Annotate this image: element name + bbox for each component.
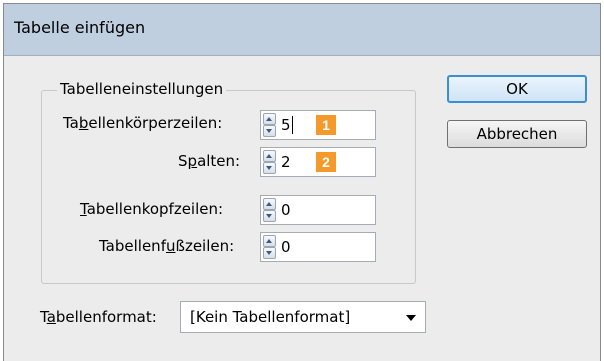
- table-style-select[interactable]: [Kein Tabellenformat]: [180, 301, 426, 333]
- ok-button[interactable]: OK: [447, 75, 587, 103]
- columns-value: 2: [281, 153, 291, 171]
- header-rows-label: Tabellenkopfzeilen:: [80, 200, 224, 218]
- step-badge-2: 2: [316, 152, 336, 172]
- body-rows-stepper[interactable]: [263, 113, 276, 137]
- dialog-content: Tabelleneinstellungen Tabellenkörperzeil…: [4, 56, 600, 361]
- spin-down-arrow-icon[interactable]: [263, 125, 276, 137]
- spin-up-arrow-icon[interactable]: [263, 113, 276, 125]
- header-rows-stepper[interactable]: [263, 198, 276, 222]
- table-settings-legend: Tabelleneinstellungen: [57, 80, 227, 98]
- dialog-title: Tabelle einfügen: [14, 18, 146, 37]
- body-rows-label: Tabellenkörperzeilen:: [63, 114, 223, 132]
- columns-label: Spalten:: [178, 152, 241, 170]
- footer-rows-stepper[interactable]: [263, 235, 276, 259]
- title-bar[interactable]: Tabelle einfügen: [4, 4, 600, 56]
- footer-rows-label: Tabellenfußzeilen:: [99, 237, 235, 255]
- spin-down-arrow-icon[interactable]: [263, 210, 276, 222]
- step-badge-1: 1: [316, 115, 336, 135]
- columns-stepper[interactable]: [263, 150, 276, 174]
- footer-rows-value: 0: [281, 238, 291, 256]
- table-style-label: Tabellenformat:: [40, 308, 157, 326]
- insert-table-dialog: Tabelle einfügen Tabelleneinstellungen T…: [3, 3, 601, 361]
- spin-up-arrow-icon[interactable]: [263, 198, 276, 210]
- text-caret: [292, 116, 293, 134]
- table-style-value: [Kein Tabellenformat]: [190, 308, 351, 326]
- spin-up-arrow-icon[interactable]: [263, 150, 276, 162]
- cancel-button[interactable]: Abbrechen: [447, 120, 587, 148]
- body-rows-value: 5: [281, 116, 291, 134]
- spin-down-arrow-icon[interactable]: [263, 162, 276, 174]
- footer-rows-field[interactable]: 0: [260, 232, 376, 262]
- spin-down-arrow-icon[interactable]: [263, 247, 276, 259]
- header-rows-value: 0: [281, 201, 291, 219]
- spin-up-arrow-icon[interactable]: [263, 235, 276, 247]
- header-rows-field[interactable]: 0: [260, 195, 376, 225]
- dropdown-arrow-icon[interactable]: [406, 315, 416, 321]
